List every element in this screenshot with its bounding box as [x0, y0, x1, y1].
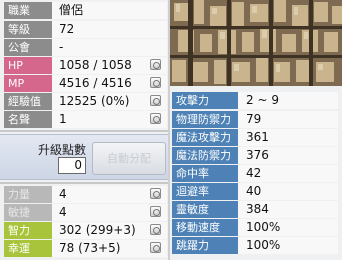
int-add-button[interactable]: [150, 224, 161, 235]
row-str: 力量 4: [4, 185, 167, 203]
label-exp: 經驗值: [4, 92, 52, 110]
value-accuracy: 42: [238, 164, 338, 182]
row-attack: 攻擊力 2 ~ 9: [172, 91, 338, 109]
divider: [0, 182, 170, 184]
row-exp: 經驗值 12525 (0%): [4, 92, 167, 110]
value-hands: 384: [238, 200, 338, 218]
ap-value: 0: [58, 157, 86, 174]
label-hp: HP: [4, 56, 52, 74]
row-dex: 敏捷 4: [4, 203, 167, 221]
row-fame: 名聲 1: [4, 110, 167, 128]
value-attack: 2 ~ 9: [238, 91, 338, 109]
ability-point-panel: 升級點數 0 自動分配: [0, 134, 170, 180]
fame-button[interactable]: [150, 113, 161, 124]
row-int: 智力 302 (299+3): [4, 221, 167, 239]
value-jump: 100%: [238, 236, 338, 254]
row-magic-atk: 魔法攻擊力 361: [172, 128, 338, 146]
exp-button[interactable]: [150, 95, 161, 106]
row-luk: 幸運 78 (73+5): [4, 239, 167, 257]
row-jump: 跳躍力 100%: [172, 236, 338, 254]
ap-label: 升級點數: [38, 143, 87, 157]
value-speed: 100%: [238, 218, 338, 236]
label-attack: 攻擊力: [172, 91, 238, 109]
row-hands: 靈敏度 384: [172, 200, 338, 218]
value-guild: -: [52, 38, 167, 56]
label-accuracy: 命中率: [172, 164, 238, 182]
label-magic-atk: 魔法攻擊力: [172, 128, 238, 146]
value-avoid: 40: [238, 182, 338, 200]
row-phys-def: 物理防禦力 79: [172, 110, 338, 128]
label-dex: 敏捷: [4, 203, 52, 221]
row-avoid: 迴避率 40: [172, 182, 338, 200]
mp-add-button[interactable]: [150, 77, 161, 88]
value-level: 72: [52, 20, 167, 38]
label-avoid: 迴避率: [172, 182, 238, 200]
label-int: 智力: [4, 221, 52, 239]
label-mp: MP: [4, 74, 52, 92]
basic-info-panel: 職業 僧侶 等級 72 公會 - HP 1058 / 1058 MP 4516 …: [0, 0, 170, 260]
row-magic-def: 魔法防禦力 376: [172, 146, 338, 164]
row-accuracy: 命中率 42: [172, 164, 338, 182]
row-level: 等級 72: [4, 20, 167, 38]
hp-add-button[interactable]: [150, 59, 161, 70]
label-hands: 靈敏度: [172, 200, 238, 218]
divider: [0, 130, 170, 132]
row-hp: HP 1058 / 1058: [4, 56, 167, 74]
value-phys-def: 79: [238, 110, 338, 128]
label-magic-def: 魔法防禦力: [172, 146, 238, 164]
label-level: 等級: [4, 20, 52, 38]
label-guild: 公會: [4, 38, 52, 56]
label-luk: 幸運: [4, 239, 52, 257]
dex-add-button[interactable]: [150, 206, 161, 217]
luk-add-button[interactable]: [150, 242, 161, 253]
row-mp: MP 4516 / 4516: [4, 74, 167, 92]
str-add-button[interactable]: [150, 188, 161, 199]
character-stat-window: 職業 僧侶 等級 72 公會 - HP 1058 / 1058 MP 4516 …: [0, 0, 342, 260]
auto-assign-button[interactable]: 自動分配: [92, 142, 166, 175]
cliff-image: [170, 0, 342, 86]
label-fame: 名聲: [4, 110, 52, 128]
value-job: 僧侶: [52, 1, 167, 19]
label-speed: 移動速度: [172, 218, 238, 236]
label-phys-def: 物理防禦力: [172, 110, 238, 128]
row-guild: 公會 -: [4, 38, 167, 56]
row-speed: 移動速度 100%: [172, 218, 338, 236]
label-job: 職業: [4, 1, 52, 19]
value-magic-atk: 361: [238, 128, 338, 146]
background-artwork: [170, 0, 342, 86]
value-magic-def: 376: [238, 146, 338, 164]
row-job: 職業 僧侶: [4, 1, 167, 19]
label-str: 力量: [4, 185, 52, 203]
label-jump: 跳躍力: [172, 236, 238, 254]
